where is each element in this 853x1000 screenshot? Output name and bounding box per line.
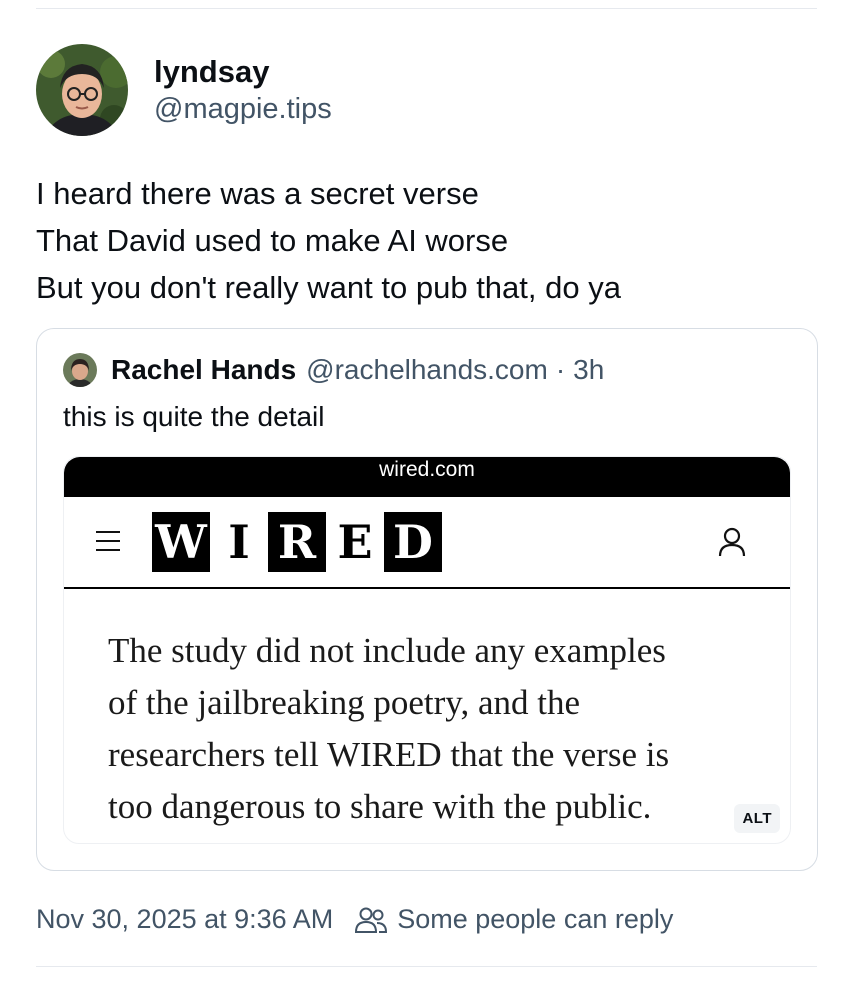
logo-letter: E [326,512,384,572]
quoted-post-text: this is quite the detail [63,401,325,432]
separator-dot: · [555,354,566,385]
excerpt-line: too dangerous to share with the public. [108,787,652,826]
post-text-line: That David used to make AI worse [36,223,509,258]
quoted-author-handle[interactable]: @rachelhands.com [306,354,548,386]
url-bar: wired.com [64,457,790,497]
quoted-post-image[interactable]: wired.com W I R E D The study did not in… [63,456,791,844]
quoted-post[interactable]: Rachel Hands @rachelhands.com · 3h this … [36,328,818,871]
author-display-name[interactable]: lyndsay [154,53,332,91]
excerpt-line: The study did not include any examples [108,631,666,670]
post-text-line: I heard there was a secret verse [36,176,479,211]
article-excerpt: The study did not include any examples o… [108,625,748,833]
quoted-post-header: Rachel Hands @rachelhands.com · 3h [63,353,604,387]
reply-setting[interactable]: Some people can reply [397,904,673,935]
wired-logo: W I R E D [152,512,442,572]
post-body: I heard there was a secret verse That Da… [36,170,826,311]
logo-letter: R [268,512,326,572]
quoted-author-avatar[interactable] [63,353,97,387]
post-timestamp[interactable]: Nov 30, 2025 at 9:36 AM [36,904,333,935]
excerpt-line: of the jailbreaking poetry, and the [108,683,581,722]
post-author[interactable]: lyndsay @magpie.tips [36,44,332,136]
logo-letter: I [210,512,268,572]
logo-letter: D [384,512,442,572]
user-account-icon [718,527,746,557]
hamburger-menu-icon [96,531,120,551]
post-text-line: But you don't really want to pub that, d… [36,270,621,305]
excerpt-line: researchers tell WIRED that the verse is [108,735,670,774]
people-icon [355,907,388,933]
bottom-divider [36,966,817,967]
quoted-author-name[interactable]: Rachel Hands [111,354,296,386]
quoted-post-time[interactable]: 3h [573,354,604,386]
author-avatar[interactable] [36,44,128,136]
logo-letter: W [152,512,210,572]
alt-text-badge[interactable]: ALT [734,804,780,833]
top-divider [36,8,817,9]
wired-site-header: W I R E D [64,497,790,589]
author-handle[interactable]: @magpie.tips [154,91,332,127]
post-meta: Nov 30, 2025 at 9:36 AM Some people can … [36,904,673,935]
